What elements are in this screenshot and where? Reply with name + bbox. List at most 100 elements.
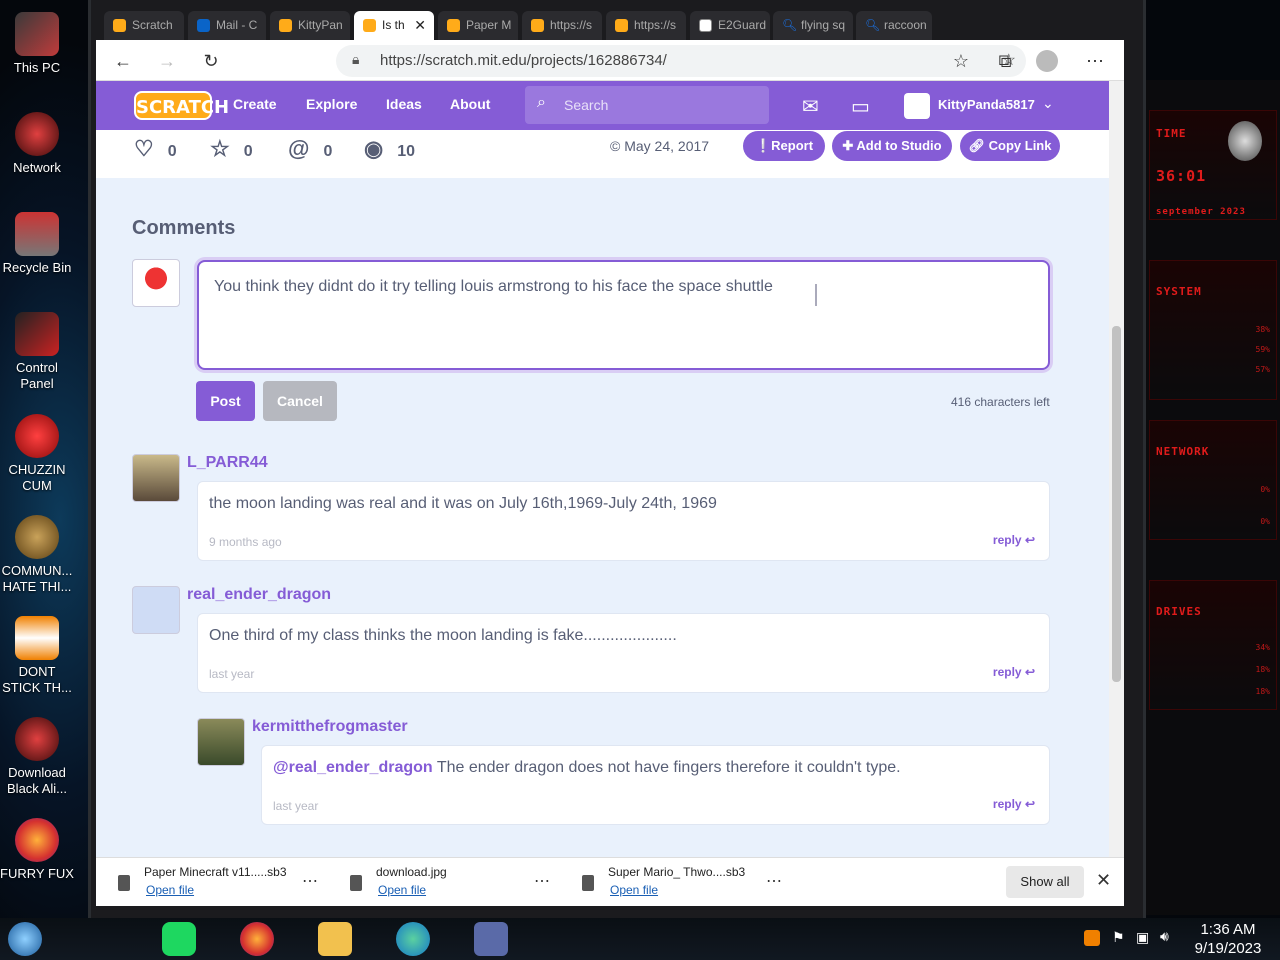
network-icon[interactable]: ▣	[1136, 929, 1149, 946]
tab-raccoon[interactable]: 🔍︎ raccoon	[856, 11, 932, 40]
profile-avatar-icon[interactable]	[1036, 50, 1058, 72]
open-file-link[interactable]: Open file	[610, 883, 658, 897]
desktop-icon-this-pc[interactable]: This PC	[0, 12, 74, 76]
desktop-icon-label: FURRY FUX	[0, 866, 74, 881]
back-arrow-icon[interactable]: ←	[110, 48, 136, 74]
system-title: SYSTEM	[1156, 285, 1202, 298]
username[interactable]: KittyPanda5817	[938, 97, 1035, 112]
reload-icon[interactable]: ↻	[198, 48, 224, 74]
tab-e2guardian[interactable]: E2Guard	[690, 11, 770, 40]
tab-https-1[interactable]: https://s	[522, 11, 602, 40]
comment-username[interactable]: real_ender_dragon	[187, 586, 331, 604]
chevron-down-icon[interactable]: ⌄	[1042, 95, 1054, 112]
clock-time: 1:36 AM	[1200, 921, 1256, 938]
copy-link-button[interactable]: 🔗︎ Copy Link	[960, 131, 1060, 161]
tab-kittypanda[interactable]: KittyPan	[270, 11, 350, 40]
clock[interactable]: 1:36 AM 9/19/2023	[1188, 920, 1268, 958]
tray-app-icon[interactable]	[1084, 930, 1100, 946]
network-value: 0%	[1260, 485, 1270, 494]
comment-textarea[interactable]: You think they didnt do it try telling l…	[197, 260, 1050, 370]
reply-username[interactable]: kermitthefrogmaster	[252, 718, 408, 736]
more-options-icon[interactable]: ⋯	[534, 871, 550, 891]
report-button[interactable]: ❕Report	[743, 131, 825, 161]
nav-create[interactable]: Create	[233, 96, 277, 112]
commenter-avatar[interactable]	[197, 718, 245, 766]
favorite-count[interactable]: ☆ 0	[210, 136, 253, 162]
download-item[interactable]: Super Mario_ Thwo....sb3 Open file ⋯	[560, 865, 790, 901]
search-input[interactable]: ⌕ Search	[525, 86, 769, 124]
desktop-icon-dont-stick[interactable]: DONT STICK TH...	[0, 616, 74, 696]
volume-icon[interactable]: 🔊︎	[1160, 928, 1169, 945]
desktop-icon-label: COMMUN... HATE THI...	[1, 563, 73, 594]
reply-button[interactable]: reply ↩	[993, 533, 1035, 547]
desktop-icon-recycle-bin[interactable]: Recycle Bin	[0, 212, 74, 276]
desktop-icon-label: CHUZZIN CUM	[8, 462, 66, 493]
alien-icon	[1228, 121, 1262, 161]
my-stuff-folder-icon[interactable]: ▭	[851, 94, 870, 119]
desktop-icon-commun[interactable]: COMMUN... HATE THI...	[0, 515, 74, 595]
tab-mail[interactable]: Mail - C	[188, 11, 266, 40]
system-widget: SYSTEM 38% 59% 57%	[1149, 260, 1277, 400]
scratch-icon	[279, 19, 292, 32]
computer-icon	[15, 12, 59, 56]
desktop-icon-chuzzin[interactable]: CHUZZIN CUM	[0, 414, 74, 494]
commenter-avatar[interactable]	[132, 586, 180, 634]
vlc-cone-icon	[15, 616, 59, 660]
more-menu-icon[interactable]: ⋯	[1082, 48, 1108, 74]
close-tab-icon[interactable]: ✕	[414, 11, 426, 40]
open-file-link[interactable]: Open file	[146, 883, 194, 897]
start-button-icon[interactable]	[8, 922, 42, 956]
mention-link[interactable]: @real_ender_dragon	[273, 759, 433, 776]
scratch-navbar: SCRATCH Create Explore Ideas About ⌕ Sea…	[96, 81, 1109, 130]
favorite-count-value: 0	[243, 143, 253, 160]
desktop-icon-control-panel[interactable]: Control Panel	[0, 312, 74, 392]
edge-icon[interactable]	[396, 922, 430, 956]
tab-label: https://s	[634, 18, 677, 32]
download-item[interactable]: download.jpg Open file ⋯	[328, 865, 558, 901]
more-options-icon[interactable]: ⋯	[302, 871, 318, 891]
nav-about[interactable]: About	[450, 96, 490, 112]
nav-explore[interactable]: Explore	[306, 96, 357, 112]
tab-active-project[interactable]: Is th ✕	[354, 11, 434, 40]
reply-button[interactable]: reply ↩	[993, 797, 1035, 811]
desktop-icon-furry-fux[interactable]: FURRY FUX	[0, 818, 74, 882]
firefox-icon[interactable]	[240, 922, 274, 956]
comment-username[interactable]: L_PARR44	[187, 454, 268, 472]
tab-scratch[interactable]: Scratch	[104, 11, 184, 40]
messages-icon[interactable]: ✉	[802, 94, 819, 119]
desktop-icon-label: Download Black Ali...	[7, 765, 67, 796]
network-icon	[15, 112, 59, 156]
show-all-button[interactable]: Show all	[1006, 866, 1084, 898]
love-count[interactable]: ♡ 0	[134, 136, 177, 162]
flag-icon[interactable]: ⚑	[1112, 929, 1125, 946]
app-window-icon[interactable]	[474, 922, 508, 956]
scratch-logo[interactable]: SCRATCH	[134, 91, 229, 120]
reply-button[interactable]: reply ↩	[993, 665, 1035, 679]
address-bar[interactable]: 🔒︎ https://scratch.mit.edu/projects/1628…	[336, 45, 1026, 77]
file-explorer-icon[interactable]	[318, 922, 352, 956]
scrollbar-thumb[interactable]	[1112, 326, 1121, 682]
desktop-icon-download-black[interactable]: Download Black Ali...	[0, 717, 74, 797]
collections-icon[interactable]: ⧉	[992, 48, 1018, 74]
firefox-icon	[15, 818, 59, 862]
commenter-avatar[interactable]	[132, 454, 180, 502]
forward-arrow-icon[interactable]: →	[154, 48, 180, 74]
tab-https-2[interactable]: https://s	[606, 11, 686, 40]
close-icon[interactable]: ✕	[1096, 870, 1111, 891]
system-value: 57%	[1255, 365, 1270, 374]
tab-paper-minecraft[interactable]: Paper M	[438, 11, 518, 40]
cancel-button[interactable]: Cancel	[263, 381, 337, 421]
favorites-icon[interactable]: ☆	[948, 48, 974, 74]
download-item[interactable]: Paper Minecraft v11.....sb3 Open file ⋯	[96, 865, 326, 901]
post-button[interactable]: Post	[196, 381, 255, 421]
add-to-studio-button[interactable]: ✚ Add to Studio	[832, 131, 952, 161]
user-avatar[interactable]	[904, 93, 930, 119]
more-options-icon[interactable]: ⋯	[766, 871, 782, 891]
tab-flying-squirrel[interactable]: 🔍︎ flying sq	[773, 11, 853, 40]
desktop-icon-network[interactable]: Network	[0, 112, 74, 176]
page-scrollbar[interactable]	[1109, 81, 1124, 857]
remix-count: @0	[288, 136, 332, 162]
spotify-icon[interactable]	[162, 922, 196, 956]
open-file-link[interactable]: Open file	[378, 883, 426, 897]
nav-ideas[interactable]: Ideas	[386, 96, 422, 112]
